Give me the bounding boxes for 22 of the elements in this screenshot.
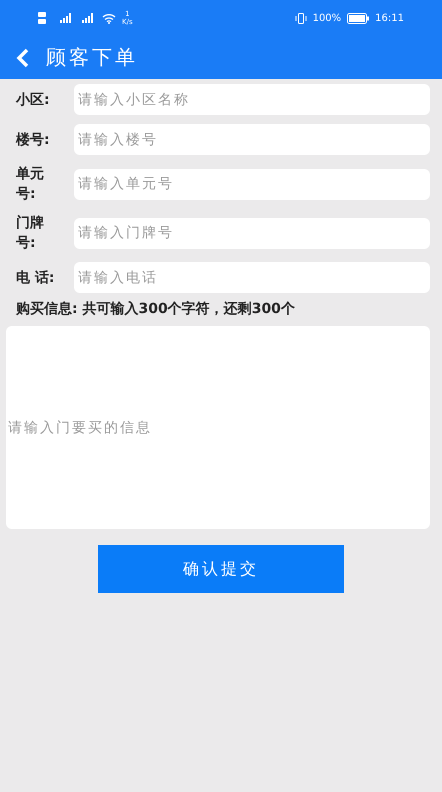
page-title: 顾客下单: [46, 44, 138, 71]
field-label: 单元号:: [15, 165, 45, 204]
input-field[interactable]: 请输入电话: [74, 262, 430, 293]
signal-icon: [58, 13, 74, 23]
clock-time: 16:11: [375, 12, 404, 24]
wifi-icon: [102, 12, 116, 24]
input-field[interactable]: 请输入楼号: [74, 124, 430, 155]
vibrate-icon: [294, 12, 307, 24]
field-label: 小区:: [14, 90, 51, 110]
battery-percent: 100%: [312, 12, 342, 24]
purchase-info-field[interactable]: 请输入门要买的信息: [6, 326, 430, 529]
input-field[interactable]: 请输入门牌号: [74, 218, 430, 248]
field-label: 电 话:: [15, 268, 56, 288]
battery-icon: [347, 12, 370, 24]
submit-button[interactable]: 确认提交: [98, 545, 344, 593]
input-field[interactable]: 请输入单元号: [74, 168, 430, 200]
signal-icon: [80, 13, 96, 23]
field-label: 楼号:: [14, 130, 51, 150]
input-field[interactable]: 请输入小区名称: [74, 84, 430, 115]
back-button[interactable]: [16, 48, 30, 68]
field-label: 门牌号:: [15, 214, 45, 253]
purchase-info-label: 购买信息: 共可输入300个字符，还剩300个: [14, 300, 296, 318]
